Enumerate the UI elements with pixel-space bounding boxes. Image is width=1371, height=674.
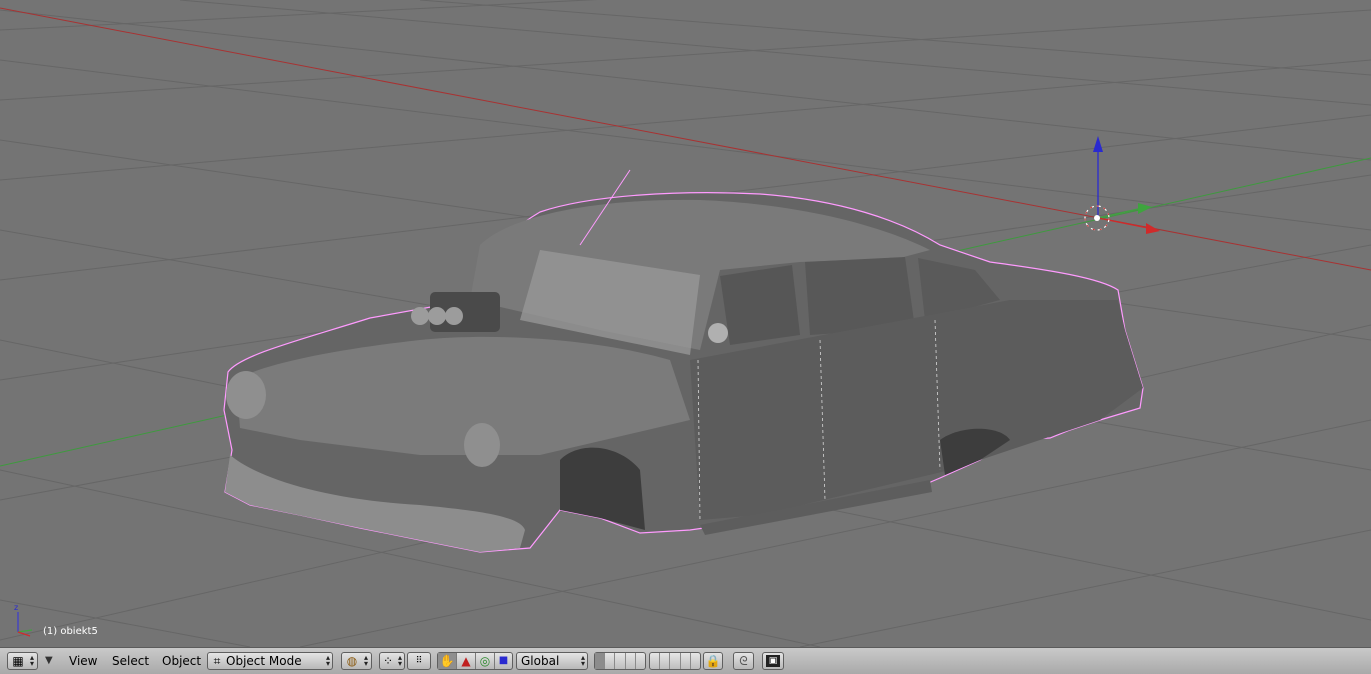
menu-select[interactable]: Select xyxy=(112,653,149,669)
viewport-header: ▦ ▴ ▾ ▼ View Select Object ⌗ Object Mode … xyxy=(0,647,1371,674)
up-down-arrows-icon: ▴ ▾ xyxy=(397,653,402,668)
mode-selector[interactable]: ⌗ Object Mode ▴ ▾ xyxy=(207,652,333,670)
snap-icon: ᘓ xyxy=(739,654,748,668)
menu-view[interactable]: View xyxy=(69,653,97,669)
3d-viewport[interactable]: z (1) obiekt5 xyxy=(0,0,1371,647)
car-model[interactable] xyxy=(223,169,1144,553)
pivot-icon: ⁘ xyxy=(382,654,394,668)
layer-button[interactable] xyxy=(615,653,626,669)
layer-button[interactable] xyxy=(691,653,700,669)
view-axis-widget: z xyxy=(14,603,33,637)
pivot-point-selector[interactable]: ⁘ ▴ ▾ xyxy=(379,652,405,670)
editor-type-button[interactable]: ▦ ▴ ▾ xyxy=(7,652,38,670)
grid-icon: ▦ xyxy=(12,654,24,668)
render-icon: ▣ xyxy=(766,655,780,667)
scene-canvas[interactable]: z xyxy=(0,0,1371,647)
menu-object[interactable]: Object xyxy=(162,653,201,669)
up-down-arrows-icon: ▴ ▾ xyxy=(29,653,34,668)
object-mode-icon: ⌗ xyxy=(213,654,221,668)
up-down-arrows-icon: ▴ ▾ xyxy=(580,653,585,668)
layer-button[interactable] xyxy=(681,653,691,669)
viewport-shading-selector[interactable]: ◍ ▴ ▾ xyxy=(341,652,372,670)
translate-icon[interactable]: ▲ xyxy=(457,653,476,669)
up-down-arrows-icon: ▴ ▾ xyxy=(363,653,368,668)
pivot-align-toggle[interactable]: ⠿ xyxy=(407,652,431,670)
layer-button[interactable] xyxy=(595,653,606,669)
lock-icon: 🔒 xyxy=(705,654,721,668)
render-preview-button[interactable]: ▣ xyxy=(762,652,784,670)
solid-shading-icon: ◍ xyxy=(346,654,358,668)
hand-icon[interactable]: ✋ xyxy=(438,653,457,669)
layer-button[interactable] xyxy=(605,653,616,669)
layer-button[interactable] xyxy=(660,653,671,669)
transform-orientation-selector[interactable]: Global ▴ ▾ xyxy=(516,652,588,670)
pivot-align-icon: ⠿ xyxy=(415,656,423,666)
layer-buttons-group-1[interactable] xyxy=(594,652,646,670)
orientation-label: Global xyxy=(521,654,560,668)
layer-button[interactable] xyxy=(650,653,661,669)
collapse-menu-triangle-icon[interactable]: ▼ xyxy=(45,653,53,669)
snap-toggle-button[interactable]: ᘓ xyxy=(733,652,754,670)
mode-label: Object Mode xyxy=(226,654,302,668)
svg-text:z: z xyxy=(14,603,18,612)
object-origin-gizmo[interactable] xyxy=(1084,136,1160,234)
scale-icon[interactable]: ■ xyxy=(495,653,512,669)
layer-button[interactable] xyxy=(626,653,636,669)
manipulator-group: ✋ ▲ ◎ ■ xyxy=(437,652,513,670)
rotate-icon[interactable]: ◎ xyxy=(476,653,495,669)
up-down-arrows-icon: ▴ ▾ xyxy=(325,653,330,668)
layer-button[interactable] xyxy=(670,653,681,669)
lock-layers-button[interactable]: 🔒 xyxy=(703,652,723,670)
layer-buttons-group-2[interactable] xyxy=(649,652,701,670)
layer-button[interactable] xyxy=(636,653,645,669)
active-object-label: (1) obiekt5 xyxy=(43,626,98,637)
